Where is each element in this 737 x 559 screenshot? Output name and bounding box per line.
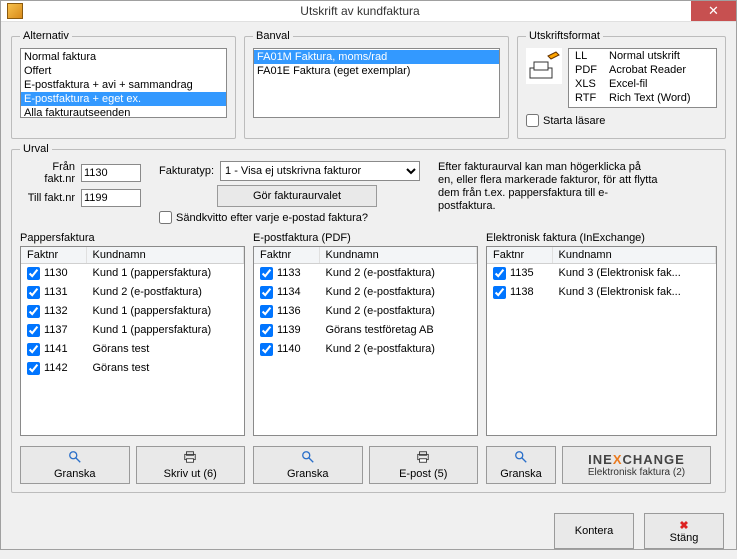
elektronisk-grid[interactable]: FaktnrKundnamn1135Kund 3 (Elektronisk fa… (486, 246, 717, 436)
urval-group: Urval Från fakt.nr Till fakt.nr Fakturat… (11, 143, 726, 493)
fakturatyp-label: Fakturatyp: (159, 165, 214, 177)
granska-papers-button[interactable]: Granska (20, 446, 130, 484)
start-reader-checkbox[interactable]: Starta läsare (526, 114, 605, 127)
table-row[interactable]: 1134Kund 2 (e-postfaktura) (254, 283, 477, 302)
row-checkbox[interactable] (27, 343, 40, 356)
epost-grid[interactable]: FaktnrKundnamn1133Kund 2 (e-postfaktura)… (253, 246, 478, 436)
list-item[interactable]: Offert (21, 64, 226, 78)
inexchange-button[interactable]: INEXCHANGE Elektronisk faktura (2) (562, 446, 711, 484)
row-checkbox[interactable] (27, 324, 40, 337)
row-checkbox[interactable] (27, 305, 40, 318)
row-checkbox[interactable] (493, 267, 506, 280)
list-item[interactable]: Alla fakturautseenden (21, 106, 226, 118)
list-item[interactable]: E-postfaktura + eget ex. (21, 92, 226, 106)
banval-list[interactable]: FA01M Faktura, moms/radFA01E Faktura (eg… (253, 48, 500, 118)
col-kundnamn[interactable]: Kundnamn (552, 247, 716, 264)
row-checkbox[interactable] (493, 286, 506, 299)
from-label: Från fakt.nr (20, 161, 75, 185)
close-button[interactable]: ✖ Stäng (644, 513, 724, 549)
format-row[interactable]: RTFRich Text (Word) (569, 91, 716, 105)
list-item[interactable]: FA01E Faktura (eget exemplar) (254, 64, 499, 78)
row-checkbox[interactable] (27, 267, 40, 280)
row-checkbox[interactable] (260, 305, 273, 318)
table-row[interactable]: 1135Kund 3 (Elektronisk fak... (487, 264, 716, 284)
row-checkbox[interactable] (260, 286, 273, 299)
footer: Kontera ✖ Stäng (1, 503, 736, 559)
format-row[interactable]: XLSExcel-fil (569, 77, 716, 91)
sandkvitto-checkbox[interactable]: Sändkvitto efter varje e-postad faktura? (159, 211, 368, 224)
magnifier-icon (68, 450, 82, 467)
col-kundnamn[interactable]: Kundnamn (86, 247, 244, 264)
fakturatyp-select[interactable]: 1 - Visa ej utskrivna fakturor (220, 161, 420, 181)
epost-button[interactable]: E-post (5) (369, 446, 479, 484)
alternativ-legend: Alternativ (20, 30, 72, 42)
inexchange-logo: INEXCHANGE (588, 452, 685, 467)
from-input[interactable] (81, 164, 141, 182)
help-text: Efter fakturaurval kan man högerklicka p… (438, 161, 658, 213)
col-faktnr[interactable]: Faktnr (487, 247, 552, 264)
table-row[interactable]: 1133Kund 2 (e-postfaktura) (254, 264, 477, 284)
printer-pen-icon (526, 48, 562, 84)
table-row[interactable]: 1142Görans test (21, 359, 244, 378)
printer-icon (416, 450, 430, 467)
row-checkbox[interactable] (260, 267, 273, 280)
row-checkbox[interactable] (260, 343, 273, 356)
row-checkbox[interactable] (260, 324, 273, 337)
table-row[interactable]: 1132Kund 1 (pappersfaktura) (21, 302, 244, 321)
col-faktnr[interactable]: Faktnr (254, 247, 319, 264)
granska-epost-button[interactable]: Granska (253, 446, 363, 484)
close-icon[interactable]: ✕ (691, 1, 736, 21)
kontera-button[interactable]: Kontera (554, 513, 634, 549)
alternativ-group: Alternativ Normal fakturaOffertE-postfak… (11, 30, 236, 139)
table-row[interactable]: 1139Görans testföretag AB (254, 321, 477, 340)
elektronisk-title: Elektronisk faktura (InExchange) (486, 232, 717, 244)
urval-legend: Urval (20, 143, 52, 155)
epost-title: E-postfaktura (PDF) (253, 232, 478, 244)
alternativ-list[interactable]: Normal fakturaOffertE-postfaktura + avi … (20, 48, 227, 118)
to-label: Till fakt.nr (20, 192, 75, 204)
list-item[interactable]: E-postfaktura + avi + sammandrag (21, 78, 226, 92)
banval-group: Banval FA01M Faktura, moms/radFA01E Fakt… (244, 30, 509, 139)
table-row[interactable]: 1140Kund 2 (e-postfaktura) (254, 340, 477, 359)
magnifier-icon (301, 450, 315, 467)
row-checkbox[interactable] (27, 362, 40, 375)
table-row[interactable]: 1131Kund 2 (e-postfaktura) (21, 283, 244, 302)
do-selection-button[interactable]: Gör fakturaurvalet (217, 185, 377, 207)
table-row[interactable]: 1136Kund 2 (e-postfaktura) (254, 302, 477, 321)
close-x-icon: ✖ (679, 519, 688, 532)
table-row[interactable]: 1137Kund 1 (pappersfaktura) (21, 321, 244, 340)
table-row[interactable]: 1141Görans test (21, 340, 244, 359)
row-checkbox[interactable] (27, 286, 40, 299)
col-faktnr[interactable]: Faktnr (21, 247, 86, 264)
to-input[interactable] (81, 189, 141, 207)
printer-icon (183, 450, 197, 467)
skriv-ut-button[interactable]: Skriv ut (6) (136, 446, 246, 484)
granska-elektronisk-button[interactable]: Granska (486, 446, 556, 484)
app-icon (7, 3, 23, 19)
format-row[interactable]: LLNormal utskrift (569, 49, 716, 63)
window-title: Utskrift av kundfaktura (29, 4, 691, 18)
list-item[interactable]: Normal faktura (21, 50, 226, 64)
utskriftsformat-group: Utskriftsformat LLNormal utskriftPDFAcro… (517, 30, 726, 139)
format-list[interactable]: LLNormal utskriftPDFAcrobat ReaderXLSExc… (568, 48, 717, 108)
col-kundnamn[interactable]: Kundnamn (319, 247, 477, 264)
list-item[interactable]: FA01M Faktura, moms/rad (254, 50, 499, 64)
table-row[interactable]: 1138Kund 3 (Elektronisk fak... (487, 283, 716, 302)
magnifier-icon (514, 450, 528, 467)
papers-grid[interactable]: FaktnrKundnamn1130Kund 1 (pappersfaktura… (20, 246, 245, 436)
format-row[interactable]: PDFAcrobat Reader (569, 63, 716, 77)
title-bar: Utskrift av kundfaktura ✕ (1, 1, 736, 22)
utskriftsformat-legend: Utskriftsformat (526, 30, 603, 42)
papers-title: Pappersfaktura (20, 232, 245, 244)
banval-legend: Banval (253, 30, 293, 42)
table-row[interactable]: 1130Kund 1 (pappersfaktura) (21, 264, 244, 284)
